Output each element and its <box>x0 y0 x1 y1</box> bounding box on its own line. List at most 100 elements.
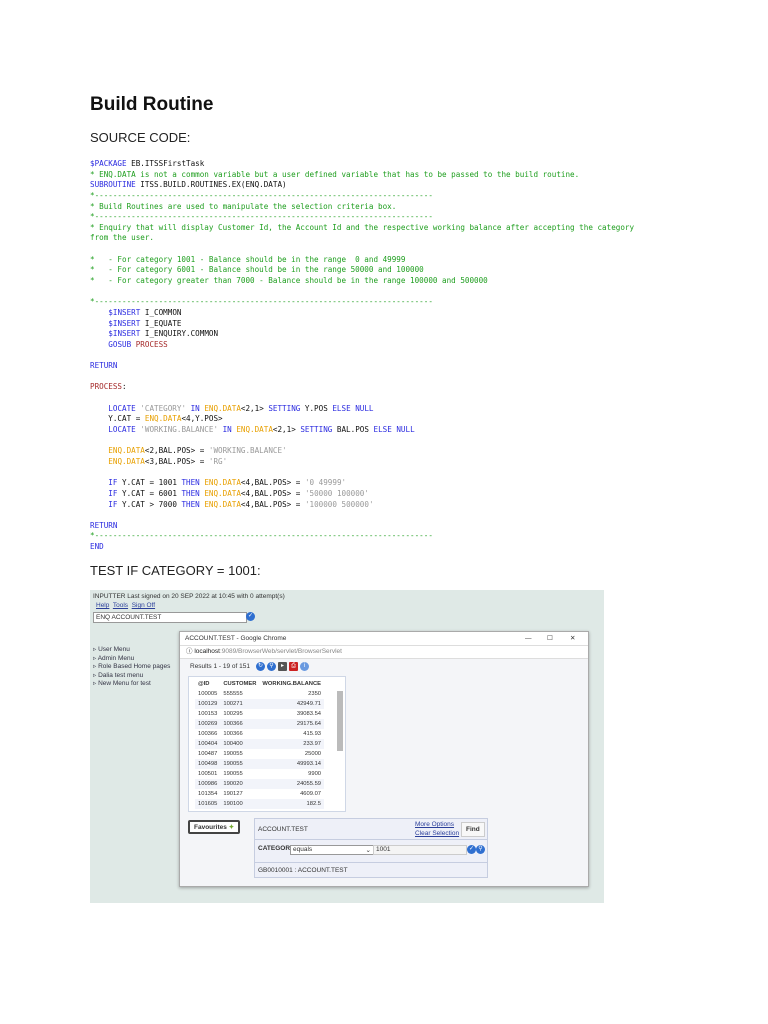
code-line: * - For category greater than 7000 - Bal… <box>90 276 634 287</box>
code-token: ELSE NULL <box>368 425 415 435</box>
menu-new[interactable]: ▹ New Menu for test <box>93 679 170 688</box>
code-token: ENQ.DATA <box>199 488 241 498</box>
code-line: from the user. <box>90 233 634 244</box>
table-cell: 100498 <box>195 759 221 769</box>
value-input[interactable]: 1001 <box>373 845 467 855</box>
table-row[interactable]: 100986 190020 24055.59 <box>195 779 325 789</box>
table-row[interactable]: 100005 555555 2350 <box>195 689 324 699</box>
code-token: ENQ.DATA <box>199 499 241 509</box>
find-button[interactable]: Find <box>461 822 485 837</box>
table-cell: 415.93 <box>303 731 322 737</box>
code-line: * Build Routines are used to manipulate … <box>90 202 634 213</box>
menu-dalia[interactable]: ▹ Dalia test menu <box>93 671 170 680</box>
code-token: ENQ.DATA <box>199 403 241 413</box>
menu-role-based[interactable]: ▹ Role Based Home pages <box>93 662 170 671</box>
scrollbar[interactable] <box>337 681 343 805</box>
code-token: $INSERT <box>108 307 141 317</box>
favourites-button[interactable]: Favourites ✦ <box>188 820 241 834</box>
operator-select[interactable]: equals ⌄ <box>290 845 374 855</box>
code-token: Y.CAT = <box>90 414 145 424</box>
ok-icon[interactable]: ✓ <box>467 845 476 854</box>
table-cell: 42949.71 <box>259 699 325 709</box>
code-token: PROCESS <box>90 382 123 392</box>
code-token: END <box>90 542 104 552</box>
tools-link[interactable]: Tools <box>113 602 128 609</box>
code-token: * - For category 1001 - Balance should b… <box>90 254 406 264</box>
code-token: <2,1> <box>240 403 264 413</box>
code-token: ENQ.DATA <box>144 414 182 424</box>
minimize-icon[interactable]: — <box>525 632 532 645</box>
code-token: THEN <box>181 499 200 509</box>
sign-off-link[interactable]: Sign Off <box>132 602 155 609</box>
code-token: ENQ.DATA <box>199 478 241 488</box>
help-link[interactable]: Help <box>96 602 109 609</box>
table-row[interactable]: 100501 190055 9900 <box>195 769 324 779</box>
table-row[interactable]: 101354 190127 4609.07 <box>195 789 324 799</box>
code-token: *---------------------------------------… <box>90 297 433 307</box>
code-token: I_ENQUIRY.COMMON <box>140 329 219 339</box>
table-cell: 190020 <box>220 779 260 789</box>
address-bar[interactable]: ⓘ localhost:9089/BrowserWeb/servlet/Brow… <box>180 646 588 659</box>
table-row[interactable]: 100153 100295 39083.54 <box>195 709 324 719</box>
clear-selection-link[interactable]: Clear Selection <box>415 830 459 837</box>
table-row[interactable]: 100129 100271 42949.71 <box>195 699 325 709</box>
code-token: EB.ITSSFirstTask <box>126 159 205 168</box>
code-token: * Build Routines are used to manipulate … <box>90 201 397 211</box>
search-icon[interactable]: ⚲ <box>267 662 276 671</box>
code-token: ELSE NULL <box>327 403 374 413</box>
menu-admin[interactable]: ▹ Admin Menu <box>93 654 170 663</box>
code-token: '50000 100000' <box>304 488 369 498</box>
code-token: 'WORKING.BALANCE' <box>208 446 287 456</box>
test-heading: TEST IF CATEGORY = 1001: <box>90 563 261 578</box>
table-cell: 100404 <box>195 739 221 749</box>
table-cell: 39083.54 <box>296 711 322 717</box>
code-token: *---------------------------------------… <box>90 212 433 222</box>
command-input[interactable]: ENQ ACCOUNT.TEST <box>93 612 247 623</box>
refresh-icon[interactable]: ↻ <box>256 662 265 671</box>
close-icon[interactable]: ✕ <box>570 632 575 645</box>
go-button[interactable]: ✓ <box>246 612 255 621</box>
table-row[interactable]: 100269 100366 29175.64 <box>195 719 325 729</box>
code-token: RETURN <box>90 361 118 371</box>
more-options-link[interactable]: More Options <box>415 821 454 828</box>
code-token: ITSS.BUILD.ROUTINES.EX(ENQ.DATA) <box>135 180 287 190</box>
code-token: ENQ.DATA <box>108 446 145 456</box>
code-token: * - For category 6001 - Balance should b… <box>90 265 424 275</box>
table-cell: 101605 <box>195 799 221 809</box>
table-row[interactable]: 101605 190100 182.5 <box>195 799 325 809</box>
table-cell: 100129 <box>195 699 221 709</box>
table-row[interactable]: 100366 100366 415.93 <box>195 729 324 739</box>
code-line: * ENQ.DATA is not a common variable but … <box>90 170 634 181</box>
table-row[interactable]: 100498 190055 49993.14 <box>195 759 325 769</box>
export-icon[interactable]: ▸ <box>278 662 287 671</box>
t24-screenshot: INPUTTER Last signed on 20 SEP 2022 at 1… <box>90 590 604 903</box>
table-cell: 4609.07 <box>300 791 322 797</box>
code-line: * Enquiry that will display Customer Id,… <box>90 223 634 234</box>
selection-panel: ACCOUNT.TEST More Options Clear Selectio… <box>254 818 488 878</box>
code-token: <4,Y.POS> <box>181 414 223 424</box>
lookup-icon[interactable]: ⚲ <box>476 845 485 854</box>
signon-info: INPUTTER Last signed on 20 SEP 2022 at 1… <box>93 593 285 600</box>
menu-user[interactable]: ▹ User Menu <box>93 645 170 654</box>
code-token: <4,BAL.POS> = <box>240 499 305 509</box>
code-line: IF Y.CAT = 6001 THEN ENQ.DATA<4,BAL.POS>… <box>90 489 634 500</box>
table-cell: 29175.64 <box>259 719 325 729</box>
code-token: SUBROUTINE <box>90 180 136 190</box>
code-token: *---------------------------------------… <box>90 190 433 200</box>
code-line: *---------------------------------------… <box>90 191 634 202</box>
table-row[interactable]: 100404 100400 233.97 <box>195 739 325 749</box>
table-cell: 182.5 <box>259 799 325 809</box>
table-row[interactable]: 100487 190055 25000 <box>195 749 324 759</box>
print-icon[interactable]: ⎙ <box>289 662 298 671</box>
help-icon[interactable]: i <box>300 662 309 671</box>
maximize-icon[interactable]: ☐ <box>547 632 553 645</box>
code-token: <3,BAL.POS> = <box>144 456 209 466</box>
code-token: 'WORKING.BALANCE' <box>135 425 219 435</box>
